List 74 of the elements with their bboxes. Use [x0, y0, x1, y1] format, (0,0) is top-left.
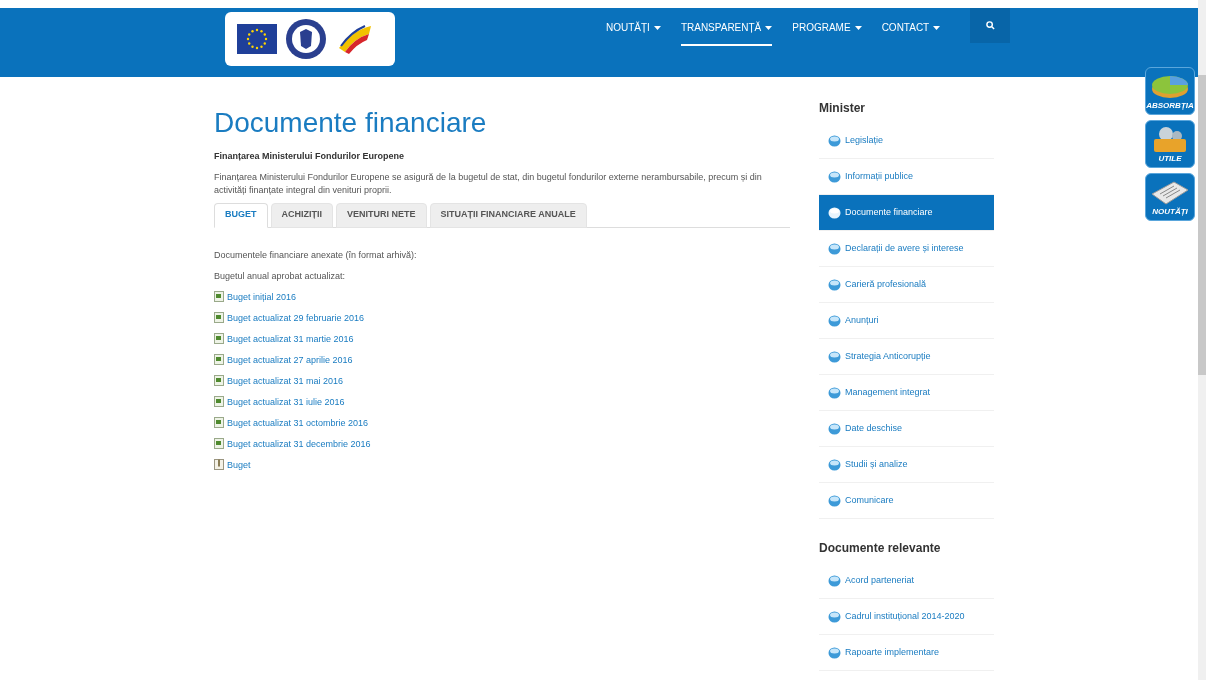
document-link[interactable]: Buget actualizat 31 octombrie 2016	[227, 416, 369, 429]
emblem-icon	[285, 18, 327, 60]
caret-icon	[765, 25, 773, 30]
nav-link[interactable]: PROGRAME	[792, 20, 862, 46]
quick-link-button[interactable]: ABSORBȚIA	[1145, 67, 1195, 115]
bullet-icon	[828, 610, 841, 623]
search-button[interactable]	[970, 8, 1011, 43]
sidebar-item[interactable]: Declarații de avere și interese	[819, 231, 994, 267]
nav-link[interactable]: NOUTĂȚI	[606, 20, 661, 46]
sidebar-item[interactable]: Studii și analize	[819, 447, 994, 483]
sidebar-item[interactable]: Acord parteneriat	[819, 563, 994, 599]
nav-link[interactable]: CONTACT	[881, 20, 941, 46]
bullet-icon	[828, 170, 841, 183]
spreadsheet-icon	[214, 438, 224, 449]
spreadsheet-icon	[214, 417, 224, 428]
sidebar-item[interactable]: Date deschise	[819, 411, 994, 447]
spreadsheet-icon	[214, 375, 224, 386]
spreadsheet-icon	[214, 396, 224, 407]
bullet-icon	[828, 206, 841, 219]
logo[interactable]	[225, 12, 395, 66]
caret-icon	[653, 25, 661, 30]
quick-link-button[interactable]: UTILE	[1145, 120, 1195, 168]
intro-text: Finanțarea Ministerului Fondurilor Europene se asigură de la bugetul de stat, din bugetul fondurilor externe nerambursabile, precum și din activități finanțate integral din venituri proprii.	[214, 170, 763, 197]
tab[interactable]: SITUAȚII FINANCIARE ANUALE	[429, 202, 587, 228]
spreadsheet-icon	[214, 291, 224, 302]
bullet-icon	[828, 134, 841, 147]
spreadsheet-icon	[214, 354, 224, 365]
bullet-icon	[828, 458, 841, 471]
scrollbar-thumb[interactable]	[1198, 75, 1206, 375]
scrollbar[interactable]	[1198, 0, 1206, 680]
bullet-icon	[828, 350, 841, 363]
sidebar-item[interactable]: Carieră profesională	[819, 267, 994, 303]
sidebar-item[interactable]: Strategia Anticorupție	[819, 339, 994, 375]
sidebar-item[interactable]: Anunțuri	[819, 303, 994, 339]
bullet-icon	[828, 242, 841, 255]
bullet-icon	[828, 386, 841, 399]
bullet-icon	[828, 314, 841, 327]
bullet-icon	[828, 574, 841, 587]
document-link[interactable]: Buget	[227, 458, 251, 471]
search-icon	[985, 21, 995, 30]
sidebar-heading: Minister	[819, 100, 866, 117]
note-text: Bugetul anual aprobat actualizat:	[214, 269, 347, 282]
document-link[interactable]: Buget actualizat 31 martie 2016	[227, 332, 354, 345]
tab[interactable]: ACHIZIȚII	[270, 202, 333, 228]
tab[interactable]: BUGET	[214, 202, 268, 228]
sidebar-item[interactable]: Rapoarte implementare	[819, 635, 994, 671]
sidebar-item[interactable]: Management integrat	[819, 375, 994, 411]
sidebar-item[interactable]: Comunicare	[819, 483, 994, 519]
eu-flag-icon	[237, 24, 277, 54]
document-link[interactable]: Buget actualizat 31 mai 2016	[227, 374, 344, 387]
nav-link[interactable]: TRANSPARENȚĂ	[680, 20, 773, 46]
spreadsheet-icon	[214, 312, 224, 323]
document-link[interactable]: Buget actualizat 27 aprilie 2016	[227, 353, 353, 366]
sidebar-heading: Documente relevante	[819, 540, 942, 557]
bullet-icon	[828, 278, 841, 291]
document-link[interactable]: Buget inițial 2016	[227, 290, 297, 303]
quick-link-button[interactable]: NOUTĂȚI	[1145, 173, 1195, 221]
bullet-icon	[828, 494, 841, 507]
tab[interactable]: VENITURI NETE	[336, 202, 427, 228]
page-title: Documente financiare	[214, 106, 488, 140]
document-link[interactable]: Buget actualizat 31 decembrie 2016	[227, 437, 371, 450]
note-text: Documentele financiare anexate (în format arhivă):	[214, 248, 418, 261]
sidebar-item[interactable]: Cadrul instituțional 2014-2020	[819, 599, 994, 635]
caret-icon	[854, 25, 862, 30]
sidebar-item[interactable]: Documente financiare	[819, 195, 994, 231]
archive-icon	[214, 459, 224, 470]
bullet-icon	[828, 422, 841, 435]
section-heading: Finanțarea Ministerului Fondurilor Europene	[214, 150, 405, 163]
spreadsheet-icon	[214, 333, 224, 344]
document-link[interactable]: Buget actualizat 29 februarie 2016	[227, 311, 365, 324]
sidebar-item[interactable]: Legislație	[819, 123, 994, 159]
caret-icon	[933, 25, 941, 30]
bullet-icon	[828, 646, 841, 659]
document-link[interactable]: Buget actualizat 31 iulie 2016	[227, 395, 345, 408]
